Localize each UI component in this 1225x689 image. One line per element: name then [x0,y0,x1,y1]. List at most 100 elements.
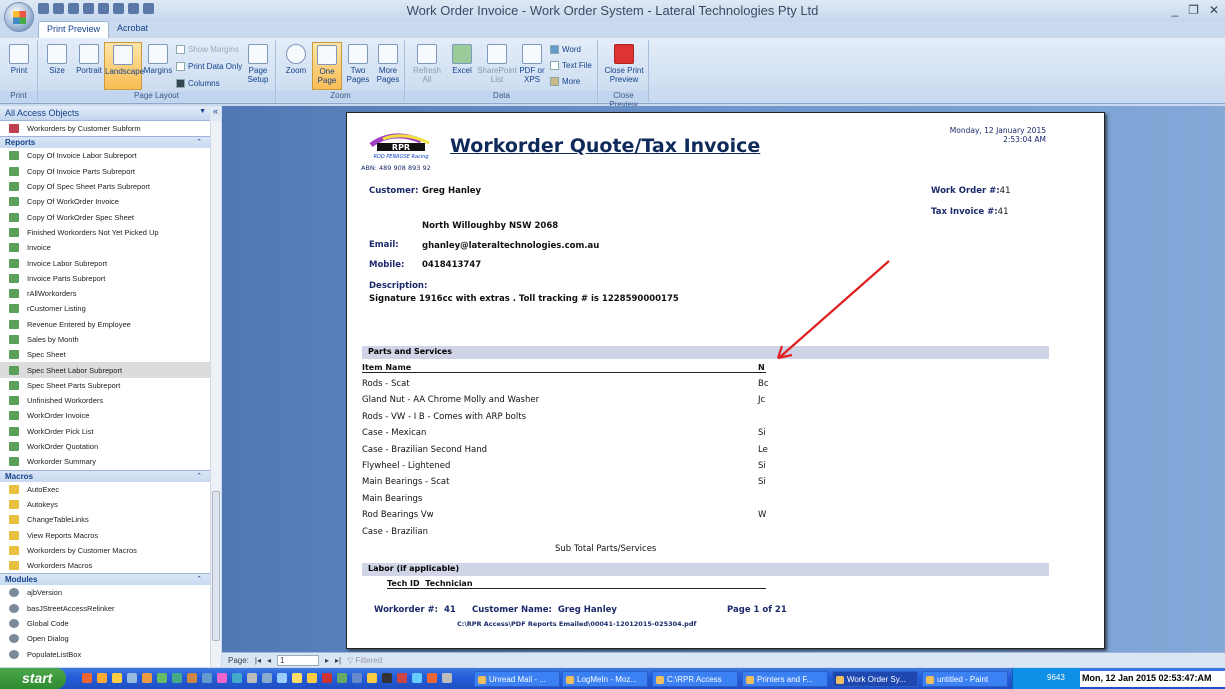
size-button[interactable]: Size [42,42,72,75]
quick-launch-icon[interactable] [397,673,407,683]
nav-item[interactable]: View Reports Macros [0,527,210,542]
print-button[interactable]: Print [4,42,34,75]
quick-launch-icon[interactable] [352,673,362,683]
nav-item[interactable]: ajbVersion [0,585,210,600]
quick-launch-icon[interactable] [127,673,137,683]
nav-item[interactable]: Open Dialog [0,631,210,646]
page-number-input[interactable]: 1 [277,654,320,666]
prev-page-button[interactable]: ◂ [267,656,271,665]
quick-launch-icon[interactable] [442,673,452,683]
nav-item[interactable]: Spec Sheet Parts Subreport [0,378,210,393]
nav-item[interactable]: Invoice [0,240,210,255]
preview-icon[interactable] [83,3,94,14]
more-pages-button[interactable]: More Pages [373,42,403,84]
quick-launch-icon[interactable] [112,673,122,683]
undo-icon[interactable] [53,3,64,14]
nav-pane-header[interactable]: All Access Objects ▼ [0,106,210,121]
print-icon[interactable] [68,3,79,14]
nav-item[interactable]: basJStreetAccessRelinker [0,601,210,616]
nav-item[interactable]: Copy Of Invoice Labor Subreport [0,148,210,163]
nav-item[interactable]: Autokeys [0,497,210,512]
word-button[interactable]: Word [550,45,581,54]
refresh-all-button[interactable]: Refresh All [412,42,442,84]
nav-item[interactable]: Copy Of WorkOrder Invoice [0,194,210,209]
nav-item[interactable]: Spec Sheet [0,347,210,362]
margins-button[interactable]: Margins [142,42,174,75]
nav-item[interactable]: Unfinished Workorders [0,393,210,408]
one-page-button[interactable]: One Page [312,42,342,90]
quick-launch-icon[interactable] [232,673,242,683]
nav-item[interactable]: WorkOrder Quotation [0,439,210,454]
quick-launch-icon[interactable] [337,673,347,683]
pdf-xps-button[interactable]: PDF or XPS [518,42,546,84]
taskbar-button[interactable]: Work Order Sy... [832,671,918,687]
chevron-down-icon[interactable]: ▼ [199,108,206,115]
first-page-button[interactable]: |◂ [255,656,261,665]
nav-item[interactable]: Copy Of Invoice Parts Subreport [0,164,210,179]
zoom-button[interactable]: Zoom [281,42,311,75]
start-button[interactable]: start [0,668,66,689]
quick-launch-icon[interactable] [172,673,182,683]
quick-launch-icon[interactable] [367,673,377,683]
two-pages-button[interactable]: Two Pages [343,42,373,84]
page-setup-button[interactable]: Page Setup [242,42,274,84]
quick-launch-icon[interactable] [427,673,437,683]
last-page-button[interactable]: ▸| [335,656,341,665]
show-margins-checkbox[interactable]: Show Margins [176,45,239,54]
nav-item[interactable]: Invoice Parts Subreport [0,271,210,286]
nav-item[interactable]: Spec Sheet Labor Subreport [0,362,210,378]
collapse-nav-button[interactable]: « [210,106,221,121]
quick-launch-icon[interactable] [142,673,152,683]
nav-item[interactable]: WorkOrder Pick List [0,424,210,439]
close-button[interactable]: ✕ [1209,3,1219,17]
more-button[interactable]: More [550,77,580,86]
quick-launch-icon[interactable] [262,673,272,683]
nav-section-macros[interactable]: Macros ⌃ [0,469,210,482]
quick-launch-icon[interactable] [277,673,287,683]
quick-launch-icon[interactable] [157,673,167,683]
restore-button[interactable]: ❐ [1188,3,1199,17]
nav-item[interactable]: Workorder Summary [0,454,210,469]
nav-item[interactable]: PopulateListBox [0,647,210,662]
taskbar-button[interactable]: C:\RPR Access [652,671,738,687]
nav-item[interactable]: WorkOrder Invoice [0,408,210,423]
taskbar-button[interactable]: untitled - Paint [922,671,1008,687]
close-print-preview-button[interactable]: Close Print Preview [602,42,646,84]
taskbar-button[interactable]: LogMeIn - Moz... [562,671,648,687]
office-button[interactable] [4,2,34,32]
nav-item[interactable]: Global Code [0,616,210,631]
collapse-section-icon[interactable]: ⌃ [196,472,202,480]
help-icon[interactable] [143,3,154,14]
print-data-only-checkbox[interactable]: Print Data Only [176,62,242,71]
nav-scrollbar[interactable] [210,121,221,667]
quick-launch-icon[interactable] [82,673,92,683]
quick-launch-icon[interactable] [292,673,302,683]
nav-item[interactable]: Sales by Month [0,332,210,347]
quick-launch-icon[interactable] [97,673,107,683]
quick-launch-icon[interactable] [187,673,197,683]
nav-item[interactable]: AutoExec [0,482,210,497]
collapse-section-icon[interactable]: ⌃ [196,138,202,146]
tab-print-preview[interactable]: Print Preview [38,21,110,38]
nav-item[interactable]: Copy Of WorkOrder Spec Sheet [0,209,210,224]
nav-item[interactable]: Workorders Macros [0,558,210,573]
nav-section-reports[interactable]: Reports ⌃ [0,136,210,149]
taskbar-button[interactable]: Printers and F... [742,671,828,687]
quick-launch-icon[interactable] [412,673,422,683]
nav-item[interactable]: Finished Workorders Not Yet Picked Up [0,225,210,240]
quick-launch-icon[interactable] [322,673,332,683]
nav-item-form[interactable]: Workorders by Customer Subform [0,121,210,136]
nav-section-modules[interactable]: Modules ⌃ [0,573,210,586]
collapse-section-icon[interactable]: ⌃ [196,575,202,583]
nav-item[interactable]: rAllWorkorders [0,286,210,301]
columns-button[interactable]: Columns [176,79,220,88]
nav-item[interactable]: Invoice Labor Subreport [0,255,210,270]
minimize-button[interactable]: _ [1171,3,1178,17]
scroll-thumb[interactable] [212,491,220,641]
nav-item[interactable]: Workorders by Customer Macros [0,543,210,558]
nav-item[interactable]: rCustomer Listing [0,301,210,316]
portrait-button[interactable]: Portrait [74,42,104,75]
quick-launch-icon[interactable] [307,673,317,683]
landscape-button[interactable]: Landscape [104,42,144,90]
quick-launch-icon[interactable] [382,673,392,683]
